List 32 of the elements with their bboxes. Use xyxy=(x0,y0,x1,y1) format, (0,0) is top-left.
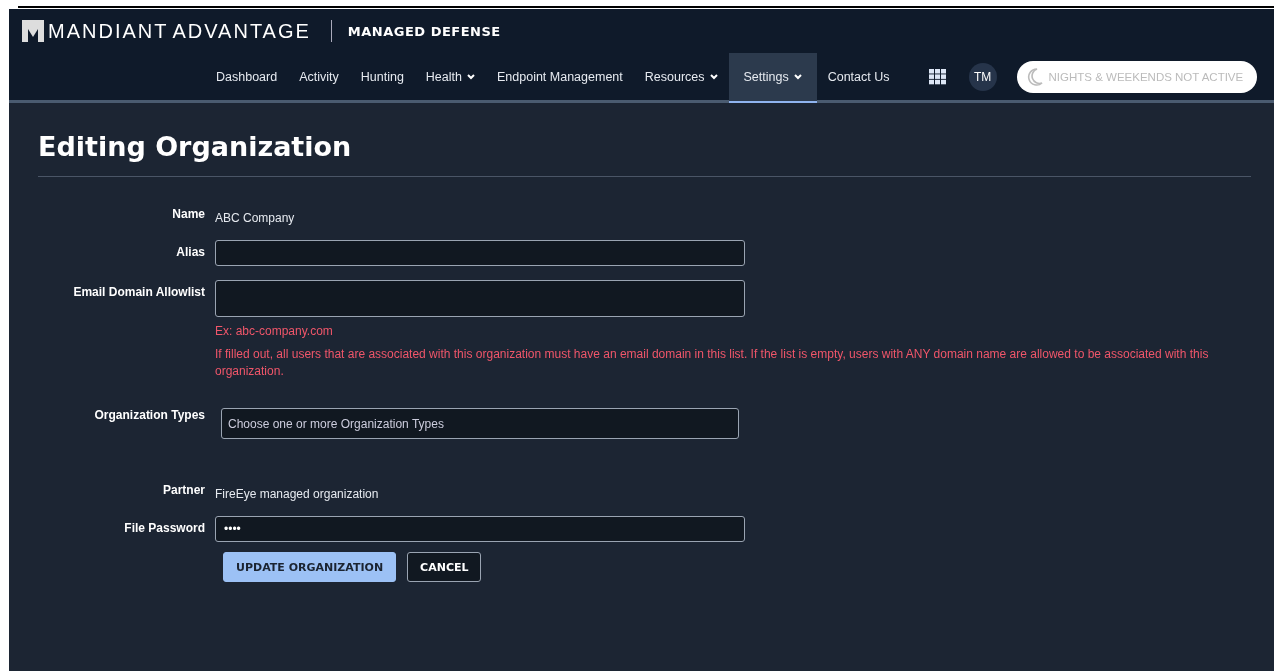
field-label: Email Domain Allowlist xyxy=(72,284,205,301)
product-name: MANAGED DEFENSE xyxy=(347,23,501,39)
field-label: Alias xyxy=(175,244,205,261)
domain-allowlist-field[interactable] xyxy=(215,280,745,317)
nav-tab[interactable]: Activity xyxy=(288,53,350,103)
update-button[interactable]: UPDATE ORGANIZATION xyxy=(223,552,397,582)
field-value: FireEye managed organization xyxy=(215,487,379,501)
brand-name: MANDIANT xyxy=(48,19,169,43)
field-label: Organization Types xyxy=(93,408,205,424)
help-text: If filled out, all users that are associated with this organization must have an email domain in this list. If the list is empty, users with ANY domain name are allowed to be associated with this organization. xyxy=(215,346,1210,380)
nav-tab[interactable]: Health xyxy=(414,53,486,103)
field-label: Partner xyxy=(161,482,205,499)
field-label: File Password xyxy=(123,520,205,537)
user-avatar[interactable]: TM xyxy=(968,62,997,91)
password-field[interactable]: •••• xyxy=(215,516,745,542)
organization-types-select[interactable]: Choose one or more Organization Types xyxy=(221,408,739,439)
nav-tab[interactable]: Hunting xyxy=(349,53,415,103)
logo-icon xyxy=(22,20,44,42)
moon-icon xyxy=(1026,67,1043,86)
brand-name: ADVANTAGE xyxy=(172,19,311,43)
nav-tab[interactable]: Contact Us xyxy=(816,53,901,103)
help-text: Ex: abc-company.com xyxy=(215,323,334,340)
alias-field[interactable] xyxy=(215,240,745,266)
field-label: Name xyxy=(171,206,205,223)
nav-tab[interactable]: Endpoint Management xyxy=(486,53,634,103)
cancel-button[interactable]: CANCEL xyxy=(407,552,482,582)
nav-tab[interactable]: Dashboard xyxy=(205,53,289,103)
nav-tab[interactable]: Settings xyxy=(728,53,817,103)
apps-grid-icon[interactable] xyxy=(928,68,947,85)
page-title: Editing Organization xyxy=(38,131,1251,177)
field-value: ABC Company xyxy=(215,211,295,225)
nav-tab[interactable]: Resources xyxy=(633,53,729,103)
